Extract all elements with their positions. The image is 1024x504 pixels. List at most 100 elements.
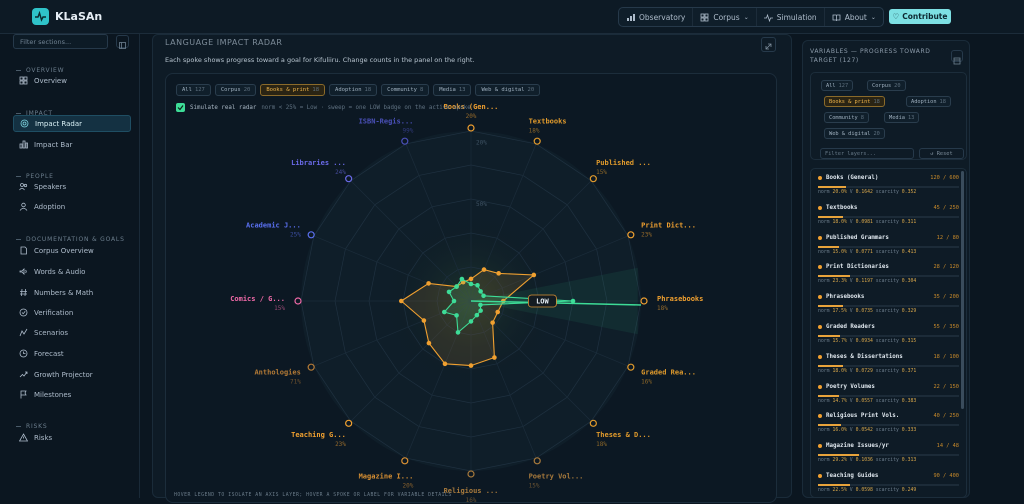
expand-icon[interactable] <box>761 37 776 52</box>
radar-point[interactable] <box>531 272 537 278</box>
sidebar-item-impact-radar[interactable]: Impact Radar <box>13 115 131 132</box>
filter-chip-adoption[interactable]: Adoption 18 <box>906 96 951 107</box>
spoke-end-marker[interactable] <box>467 124 475 132</box>
spoke-label[interactable]: Phrasebooks <box>657 295 703 303</box>
spoke-end-marker[interactable] <box>640 297 648 305</box>
radar-point[interactable] <box>454 313 459 318</box>
checkbox-checked-icon[interactable] <box>176 103 185 112</box>
filter-chip-corpus[interactable]: Corpus 20 <box>867 80 906 91</box>
spoke-label[interactable]: Teaching G... <box>291 431 346 439</box>
spoke-label[interactable]: Poetry Vol... <box>529 472 584 480</box>
radar-point[interactable] <box>399 298 404 304</box>
filter-chip-community[interactable]: Community 8 <box>824 112 869 123</box>
radar-point[interactable] <box>468 319 474 324</box>
filter-chip-web-digital[interactable]: Web & digital 20 <box>824 128 885 139</box>
sidebar-item-scenarios[interactable]: Scenarios <box>13 324 131 341</box>
sidebar-item-speakers[interactable]: Speakers <box>13 178 131 195</box>
layers-filter-input[interactable]: Filter layers... <box>820 148 914 159</box>
nav-corpus[interactable]: Corpus ⌄ <box>693 8 757 26</box>
variable-row[interactable]: Books (General) 120 / 600 norm 20.0% V 0.1… <box>818 175 959 203</box>
radar-point[interactable] <box>454 284 459 289</box>
contribute-button[interactable]: ♡ Contribute <box>889 9 951 24</box>
variable-row[interactable]: Poetry Volumes 22 / 150 norm 14.7% V 0.055… <box>818 384 959 412</box>
radar-point[interactable] <box>446 289 452 295</box>
spoke-end-marker[interactable] <box>589 175 597 183</box>
sidebar-item-numbers-math[interactable]: Numbers & Math <box>13 284 131 301</box>
variable-row[interactable]: Phrasebooks 35 / 200 norm 17.5% V 0.0735 s… <box>818 294 959 322</box>
chip-books-print[interactable]: Books & print 18 <box>260 84 326 96</box>
radar-point[interactable] <box>474 312 480 318</box>
nav-observatory[interactable]: Observatory <box>619 8 694 26</box>
spoke-label[interactable]: Graded Rea... <box>641 368 696 376</box>
radar-point[interactable] <box>496 271 501 276</box>
spoke-end-marker[interactable] <box>589 419 597 427</box>
collapse-sidebar-icon[interactable] <box>116 35 129 49</box>
spoke-end-marker[interactable] <box>627 231 635 239</box>
radar-point[interactable] <box>481 267 487 272</box>
spoke-label[interactable]: Published ... <box>596 159 651 167</box>
variable-row[interactable]: Religious Print Vols. 40 / 250 norm 16.0% … <box>818 413 959 441</box>
radar-point[interactable] <box>468 363 474 368</box>
radar-point[interactable] <box>442 361 448 367</box>
spoke-end-marker[interactable] <box>627 363 635 371</box>
variable-row[interactable]: Print Dictionaries 28 / 120 norm 23.3% V 0… <box>818 264 959 292</box>
radar-point[interactable] <box>468 276 474 282</box>
spoke-label[interactable]: ISBN-Regis... <box>359 118 414 126</box>
variable-row[interactable]: Published Grammars 12 / 80 norm 15.0% V 0.… <box>818 235 959 263</box>
radar-point[interactable] <box>570 298 576 304</box>
spoke-end-marker[interactable] <box>307 363 315 371</box>
panel-toggle-icon[interactable] <box>951 50 963 65</box>
spoke-label[interactable]: Theses & D... <box>596 431 651 439</box>
variable-row[interactable]: Magazine Issues/yr 14 / 48 norm 29.2% V 0.… <box>818 443 959 471</box>
spoke-end-marker[interactable] <box>345 175 353 183</box>
spoke-end-marker[interactable] <box>533 137 541 145</box>
variable-row[interactable]: Teaching Guides 90 / 400 norm 22.5% V 0.05… <box>818 473 959 497</box>
radar-point[interactable] <box>475 282 480 288</box>
spoke-label[interactable]: Magazine I... <box>359 472 414 480</box>
variable-row[interactable]: Textbooks 45 / 250 norm 18.0% V 0.0981 sca… <box>818 205 959 233</box>
radar-point[interactable] <box>459 276 465 282</box>
filter-chip-books-print[interactable]: Books & print 18 <box>824 96 885 107</box>
variable-row[interactable]: Theses & Dissertations 18 / 100 norm 18.0%… <box>818 354 959 382</box>
nav-about[interactable]: About ⌄ <box>825 8 883 26</box>
radar-point[interactable] <box>478 308 483 313</box>
chip-all[interactable]: All 127 <box>176 84 211 96</box>
sidebar-item-risks[interactable]: Risks <box>13 429 131 446</box>
filter-chip-media[interactable]: Media 13 <box>884 112 920 123</box>
nav-simulation[interactable]: Simulation <box>757 8 825 26</box>
spoke-end-marker[interactable] <box>307 231 315 239</box>
radar-point[interactable] <box>426 281 431 286</box>
radar-point[interactable] <box>492 355 497 360</box>
sidebar-item-adoption[interactable]: Adoption <box>13 198 131 215</box>
radar-point[interactable] <box>468 281 474 287</box>
spoke-end-marker[interactable] <box>345 419 353 427</box>
spoke-end-marker[interactable] <box>401 457 409 465</box>
spoke-end-marker[interactable] <box>467 470 475 478</box>
sidebar-item-overview[interactable]: Overview <box>13 72 131 89</box>
radar-point[interactable] <box>421 318 427 323</box>
radar-point[interactable] <box>426 340 432 346</box>
sidebar-item-words-audio[interactable]: Words & Audio <box>13 263 131 280</box>
sidebar-item-milestones[interactable]: Milestones <box>13 386 131 403</box>
radar-point[interactable] <box>441 309 447 315</box>
chip-corpus[interactable]: Corpus 20 <box>214 84 257 96</box>
spoke-label[interactable]: Comics / G... <box>230 295 285 303</box>
chip-web-digital[interactable]: Web & digital 20 <box>475 84 541 96</box>
radar-point[interactable] <box>495 309 501 315</box>
spoke-label[interactable]: Anthologies <box>254 368 300 376</box>
radar-point[interactable] <box>490 320 495 325</box>
radar-point[interactable] <box>455 330 461 335</box>
reset-button[interactable]: ↺ Reset <box>919 148 964 159</box>
sidebar-item-growth-projector[interactable]: Growth Projector <box>13 366 131 383</box>
sidebar-item-impact-bar[interactable]: Impact Bar <box>13 136 131 153</box>
radar-point[interactable] <box>481 293 486 299</box>
scrollbar[interactable] <box>961 171 964 409</box>
brand[interactable]: KLaSAn <box>32 8 102 25</box>
simulate-toggle[interactable]: Simulate real radar norm < 25% = Low · s… <box>176 103 471 112</box>
spoke-end-marker[interactable] <box>401 137 409 145</box>
chip-community[interactable]: Community 8 <box>381 84 430 96</box>
spoke-label[interactable]: Academic J... <box>246 222 301 230</box>
radar-point[interactable] <box>478 302 483 308</box>
radar-point[interactable] <box>478 289 483 294</box>
sidebar-item-forecast[interactable]: Forecast <box>13 345 131 362</box>
